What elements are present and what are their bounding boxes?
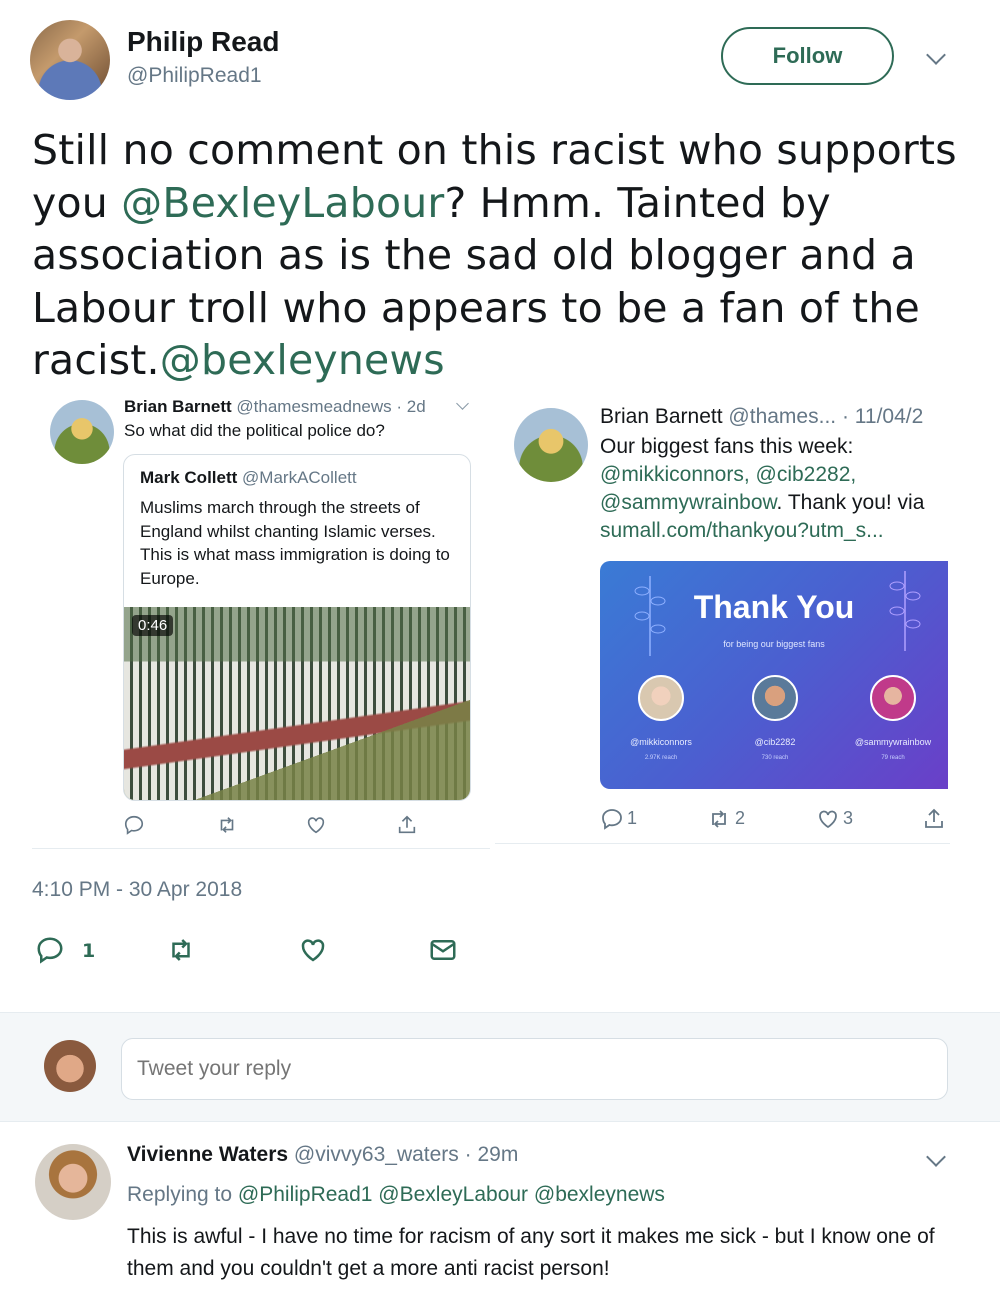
- retweet-count: 2: [735, 808, 746, 828]
- embedded-author-name[interactable]: Brian Barnett: [600, 405, 723, 428]
- retweet-icon[interactable]: [164, 935, 198, 965]
- embedded-author-avatar[interactable]: [514, 408, 588, 482]
- fan-handle: @mikkiconnors: [630, 737, 692, 747]
- fan-avatar: [638, 675, 684, 721]
- mention-link[interactable]: @bexleynews: [160, 336, 445, 384]
- embedded-author-line: Brian Barnett @thamesmeadnews · 2d: [124, 397, 426, 417]
- embedded-author-handle[interactable]: @thamesmeadnews: [236, 397, 391, 416]
- chevron-down-icon[interactable]: [456, 397, 469, 410]
- fan-handle: @cib2282: [754, 737, 796, 747]
- reply-icon[interactable]: [123, 814, 145, 836]
- thank-you-card-image[interactable]: Thank You for being our biggest fans @mi…: [600, 561, 948, 789]
- card-subtitle: for being our biggest fans: [723, 639, 825, 649]
- embedded-author-line: Brian Barnett @thames... · 11/04/2: [600, 405, 950, 429]
- follow-button[interactable]: Follow: [721, 27, 894, 85]
- fan-handle: @sammywrainbow: [854, 737, 932, 747]
- reply-count: 1: [627, 808, 638, 828]
- reply-input[interactable]: [121, 1038, 948, 1100]
- video-scene: [124, 607, 470, 800]
- like-icon[interactable]: [298, 935, 328, 965]
- reply-author-handle[interactable]: @vivvy63_waters: [294, 1143, 459, 1166]
- quoted-author-handle: @MarkACollett: [242, 468, 357, 487]
- reply-author-line: Vivienne Waters @vivvy63_waters · 29m: [127, 1143, 518, 1167]
- replying-to-label: Replying to: [127, 1183, 233, 1206]
- replying-to-handles[interactable]: @PhilipRead1 @BexleyLabour @bexleynews: [238, 1183, 665, 1206]
- fan-reach: 730 reach: [761, 755, 789, 761]
- tweet-text-part: . Thank you! via: [776, 491, 925, 514]
- video-duration-badge: 0:46: [132, 615, 174, 636]
- quoted-author-name: Mark Collett: [140, 468, 238, 487]
- card-title: Thank You: [693, 589, 855, 625]
- replying-to-line: Replying to @PhilipRead1 @BexleyLabour @…: [127, 1183, 665, 1207]
- current-user-avatar: [44, 1040, 96, 1092]
- divider: [32, 848, 490, 849]
- divider: [495, 843, 950, 844]
- share-icon[interactable]: [396, 814, 418, 836]
- like-icon[interactable]: [816, 807, 840, 831]
- like-icon[interactable]: [305, 814, 327, 836]
- mention-link[interactable]: @mikkiconnors, @cib2282,: [600, 461, 955, 489]
- fan-avatar: [752, 675, 798, 721]
- mention-link[interactable]: @sammywrainbow: [600, 491, 777, 514]
- author-handle[interactable]: @PhilipRead1: [127, 64, 262, 88]
- reply-icon[interactable]: [600, 807, 624, 831]
- video-thumbnail[interactable]: [124, 607, 470, 800]
- reply-time: · 29m: [464, 1143, 519, 1166]
- embedded-time: · 11/04/2: [841, 405, 924, 428]
- reply-tweet-text: This is awful - I have no time for racis…: [127, 1225, 935, 1280]
- embedded-tweet-text: So what did the political police do?: [124, 421, 385, 440]
- retweet-icon[interactable]: [215, 814, 239, 836]
- embedded-time: · 2d: [396, 397, 426, 416]
- fan-reach: 79 reach: [881, 755, 905, 761]
- embedded-author-name[interactable]: Brian Barnett: [124, 397, 232, 416]
- embedded-tweet-text: Our biggest fans this week: @mikkiconnor…: [600, 433, 955, 545]
- share-icon[interactable]: [922, 807, 946, 831]
- mention-link[interactable]: @BexleyLabour: [121, 179, 444, 227]
- direct-message-icon[interactable]: [428, 935, 458, 965]
- reply-author-name[interactable]: Vivienne Waters: [127, 1143, 288, 1166]
- reply-count: 1: [82, 940, 96, 962]
- tweet-text-part: Our biggest fans this week:: [600, 435, 854, 458]
- retweet-icon[interactable]: [706, 807, 732, 831]
- tweet-text: Still no comment on this racist who supp…: [32, 124, 982, 387]
- chevron-down-icon[interactable]: [926, 1147, 946, 1167]
- embedded-author-avatar[interactable]: [50, 400, 114, 464]
- tweet-timestamp[interactable]: 4:10 PM - 30 Apr 2018: [32, 878, 242, 902]
- fan-reach: 2.97K reach: [644, 755, 678, 761]
- reply-icon[interactable]: [35, 935, 65, 965]
- author-avatar[interactable]: [30, 20, 110, 100]
- like-count: 3: [843, 808, 854, 828]
- fan-avatar: [870, 675, 916, 721]
- author-name[interactable]: Philip Read: [127, 26, 279, 58]
- quoted-tweet-text: Muslims march through the streets of Eng…: [140, 498, 450, 588]
- reply-author-avatar[interactable]: [35, 1144, 111, 1220]
- url-link[interactable]: sumall.com/thankyou?utm_s...: [600, 517, 955, 545]
- quoted-tweet-card[interactable]: Mark Collett @MarkACollett Muslims march…: [123, 454, 471, 801]
- reply-composer: [0, 1012, 1000, 1122]
- chevron-down-icon[interactable]: [926, 45, 946, 65]
- quoted-author-line: Mark Collett @MarkACollett: [140, 468, 357, 488]
- embedded-author-handle[interactable]: @thames...: [728, 405, 836, 428]
